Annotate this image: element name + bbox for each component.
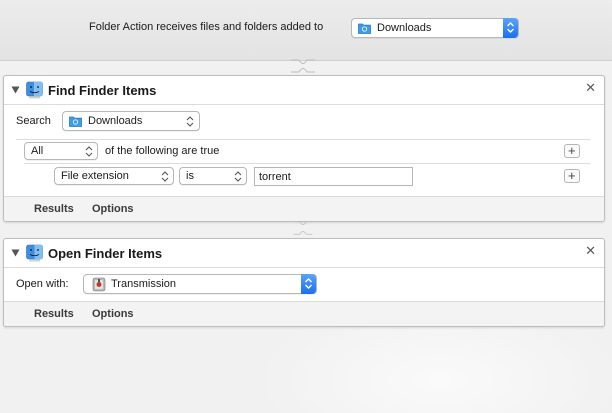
action-header: Find Finder Items ✕ [4,76,604,105]
disclosure-triangle-icon[interactable] [11,86,20,94]
finder-icon [26,81,43,99]
criteria-attribute-popup[interactable]: File extension [54,167,174,185]
quantifier-value: All [31,145,44,157]
action-header: Open Finder Items ✕ [4,239,604,268]
folder-action-bar: Folder Action receives files and folders… [0,0,612,61]
action-title: Open Finder Items [48,246,163,261]
disclosure-triangle-icon[interactable] [11,249,20,257]
add-criteria-button[interactable]: + [564,168,580,183]
find-finder-items-action: Find Finder Items ✕ Search Downloads All… [3,75,605,222]
open-finder-items-action: Open Finder Items ✕ Open with: Transmiss… [3,238,605,327]
popup-stepper-icon [301,274,316,294]
search-location-popup[interactable]: Downloads [62,111,200,131]
options-tab[interactable]: Options [92,308,134,320]
criteria-value: torrent [259,171,291,183]
open-with-value: Transmission [111,278,176,290]
search-location-value: Downloads [88,115,143,127]
results-tab[interactable]: Results [34,308,74,320]
divider [16,139,590,140]
folder-icon [69,116,82,127]
condition-suffix: of the following are true [105,145,220,157]
flow-connector [291,59,315,73]
target-folder-popup[interactable]: Downloads [351,18,519,38]
action-title: Find Finder Items [48,83,157,98]
close-icon[interactable]: ✕ [585,80,596,96]
quantifier-popup[interactable]: All [24,142,98,160]
add-group-button[interactable]: + [564,143,580,158]
open-with-popup[interactable]: Transmission [83,274,317,294]
receives-label: Folder Action receives files and folders… [89,21,324,33]
plus-icon: + [568,168,576,183]
divider [24,163,590,164]
target-folder-value: Downloads [377,22,432,34]
results-tab[interactable]: Results [34,203,74,215]
finder-icon [26,244,43,262]
close-icon[interactable]: ✕ [585,243,596,259]
open-with-label: Open with: [16,278,69,290]
chevron-updown-icon [186,116,194,127]
chevron-updown-icon [234,171,242,182]
criteria-value-field[interactable]: torrent [254,167,413,186]
plus-icon: + [568,143,576,158]
criteria-attribute-value: File extension [61,170,129,182]
flow-connector [293,221,313,235]
transmission-icon [92,277,106,292]
criteria-operator-value: is [186,170,194,182]
action-footer: Results Options [4,301,604,326]
chevron-updown-icon [161,171,169,182]
folder-icon [358,23,371,34]
search-label: Search [16,115,51,127]
chevron-updown-icon [85,146,93,157]
options-tab[interactable]: Options [92,203,134,215]
popup-stepper-icon [503,18,518,38]
action-footer: Results Options [4,196,604,221]
criteria-operator-popup[interactable]: is [179,167,247,185]
